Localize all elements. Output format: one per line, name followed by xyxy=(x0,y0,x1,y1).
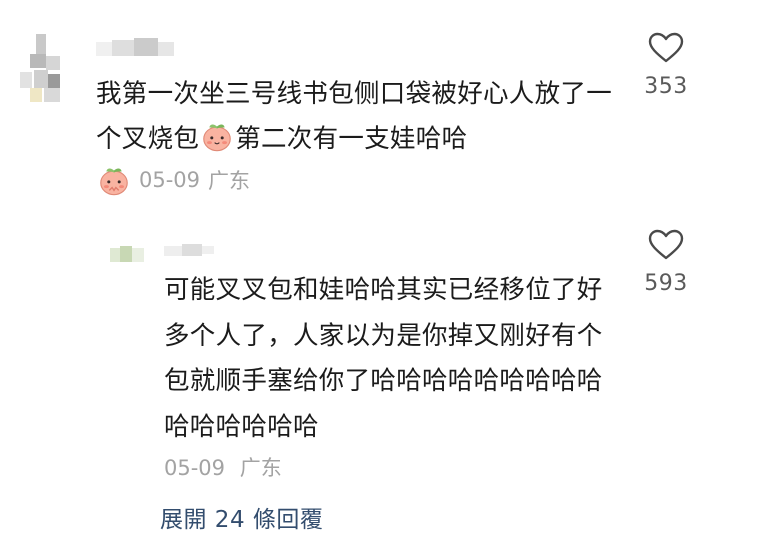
reply-avatar[interactable] xyxy=(110,246,150,266)
reply-location: 广东 xyxy=(239,456,282,480)
like-button[interactable]: 353 xyxy=(626,32,706,99)
comment-location: 广东 xyxy=(208,169,251,193)
reply-text: 可能叉叉包和娃哈哈其实已经移位了好多个人了，人家以为是你掉又刚好有个包就顺手塞给… xyxy=(164,275,603,442)
heart-outline-icon[interactable] xyxy=(648,32,684,64)
peach-face-emoji-icon xyxy=(203,124,231,152)
username[interactable] xyxy=(96,38,176,58)
comment-text-part-2: 第二次有一支娃哈哈 xyxy=(235,124,468,154)
comment-meta: 05-09 广东 xyxy=(96,162,250,198)
comment-date: 05-09 xyxy=(139,168,201,192)
expand-replies-link[interactable]: 展開 24 條回覆 xyxy=(160,500,323,534)
peach-face-emoji-icon xyxy=(100,168,128,196)
heart-outline-icon[interactable] xyxy=(648,229,684,261)
reply-meta: 05-09 广东 xyxy=(164,452,282,482)
comment-text: 我第一次坐三号线书包侧口袋被好心人放了一个叉烧包 第二次有一支娃哈哈 xyxy=(96,72,616,162)
reply-date: 05-09 xyxy=(164,456,226,480)
avatar[interactable] xyxy=(20,34,66,106)
reply-like-button[interactable]: 593 xyxy=(626,229,706,296)
reply-like-count: 593 xyxy=(644,271,688,296)
reply-username[interactable] xyxy=(164,244,216,260)
like-count: 353 xyxy=(644,74,688,99)
